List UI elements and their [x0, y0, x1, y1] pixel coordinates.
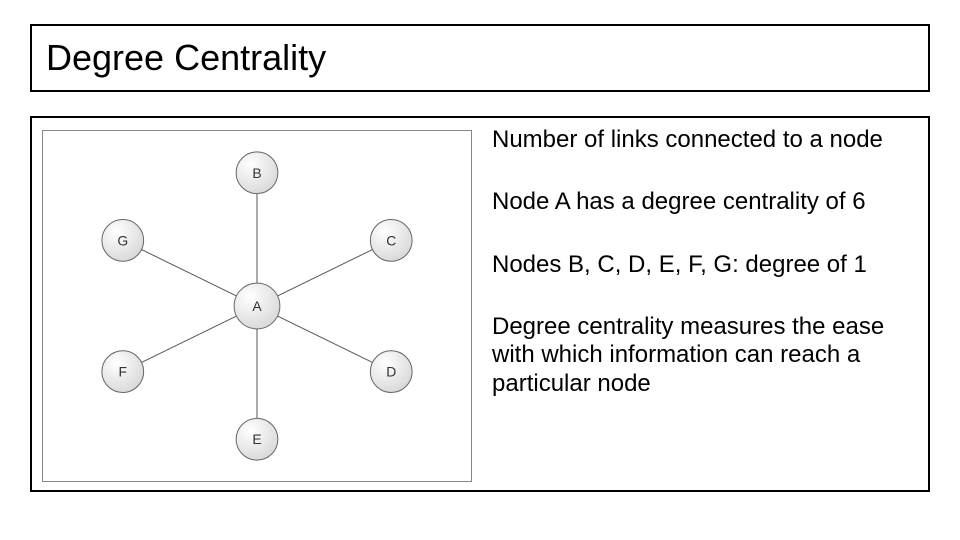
- edge-A-C: [278, 250, 373, 296]
- slide-title: Degree Centrality: [46, 37, 326, 78]
- graph-diagram: B C D E F G A: [42, 130, 472, 482]
- node-label-F: F: [119, 364, 128, 380]
- text-column: Number of links connected to a node Node…: [492, 126, 922, 398]
- edge-A-G: [142, 250, 237, 296]
- node-label-D: D: [386, 364, 396, 380]
- edge-A-F: [142, 316, 237, 362]
- node-label-B: B: [252, 165, 261, 181]
- node-label-A: A: [252, 298, 262, 314]
- node-a-text: Node A has a degree centrality of 6: [492, 188, 922, 216]
- edge-A-D: [278, 316, 373, 362]
- graph-svg: B C D E F G A: [43, 131, 471, 481]
- node-label-G: G: [117, 232, 128, 248]
- slide-title-box: Degree Centrality: [30, 24, 930, 92]
- node-label-C: C: [386, 232, 396, 248]
- explanation-text: Degree centrality measures the ease with…: [492, 313, 922, 398]
- content-box: B C D E F G A Number of links connected to a n…: [30, 116, 930, 492]
- definition-text: Number of links connected to a node: [492, 126, 922, 154]
- outer-nodes-text: Nodes B, C, D, E, F, G: degree of 1: [492, 251, 922, 279]
- node-label-E: E: [252, 431, 261, 447]
